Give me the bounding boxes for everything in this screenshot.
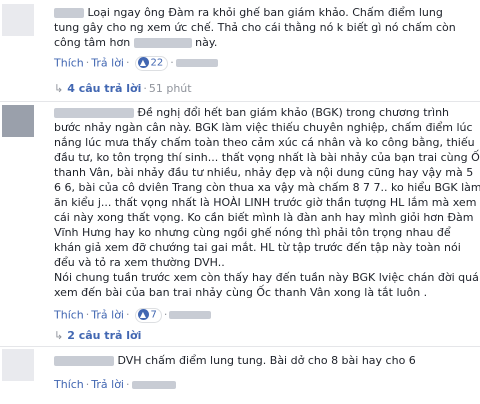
redacted-mention[interactable] [133,38,192,48]
like-link[interactable]: Thích [54,308,84,321]
like-link[interactable]: Thích [54,378,84,391]
thumbs-up-icon: ▲ [137,309,149,320]
comment-actions: Thích · Trả lời · ▲ 22 · [54,56,218,71]
comment-actions: Thích · Trả lời · [54,378,176,392]
reply-arrow-icon: ↳ [54,82,64,95]
avatar[interactable] [2,105,34,137]
like-count[interactable]: ▲ 22 [134,56,169,71]
reply-link[interactable]: Trả lời [91,378,124,391]
like-link[interactable]: Thích [54,56,84,69]
comment-text: DVH chấm điểm lung tung. Bài dở cho 8 bà… [54,353,416,368]
comment-actions: Thích · Trả lời · ▲ 7 · [54,308,212,323]
replies-row-2[interactable]: ↳ 2 câu trả lời [54,329,141,343]
comment-text: Đề nghị đổi hết ban giám khảo (BGK) tron… [54,106,480,299]
reply-time: 51 phút [148,82,192,95]
replies-row-1[interactable]: ↳ 4 câu trả lời · 51 phút [54,82,192,96]
redacted-time [169,311,212,320]
redacted-username[interactable] [54,8,84,18]
divider [0,101,480,102]
redacted-username[interactable] [54,108,134,118]
like-count[interactable]: ▲ 7 [134,308,162,323]
divider [0,346,480,347]
avatar[interactable] [2,349,34,381]
redacted-time [175,59,218,68]
comment-text: Loại ngay ông Đàm ra khỏi ghế ban giám k… [54,6,456,49]
redacted-username[interactable] [54,356,114,366]
reply-link[interactable]: Trả lời [91,308,124,321]
reply-arrow-icon: ↳ [54,329,64,342]
redacted-time [131,381,176,389]
avatar[interactable] [2,4,34,36]
thumbs-up-icon: ▲ [137,57,149,68]
reply-link[interactable]: Trả lời [91,56,124,69]
